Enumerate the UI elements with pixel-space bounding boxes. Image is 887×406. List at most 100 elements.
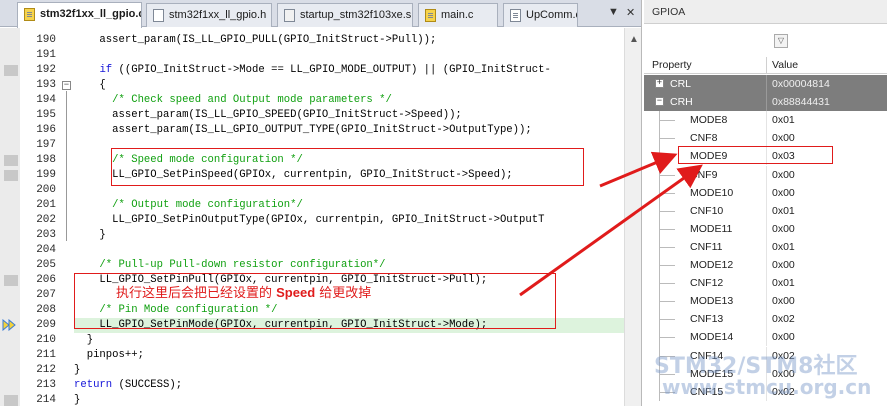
tab-label: stm32f1xx_ll_gpio.h <box>169 9 267 21</box>
line-number: 214 <box>36 394 56 406</box>
code-line[interactable]: { <box>74 78 105 93</box>
property-name: CNF11 <box>690 240 723 253</box>
c-file-icon <box>425 9 436 22</box>
code-line[interactable]: /* Check speed and Output mode parameter… <box>74 93 392 108</box>
code-line[interactable]: assert_param(IS_LL_GPIO_SPEED(GPIO_InitS… <box>74 108 462 123</box>
property-value[interactable]: 0x01 <box>772 241 795 253</box>
cell-separator <box>766 310 767 329</box>
mode9-highlight-box <box>678 146 833 164</box>
property-value[interactable]: 0x02 <box>772 313 795 325</box>
tab-upcomm-c[interactable]: UpComm.c <box>503 3 578 27</box>
cell-separator <box>766 111 767 130</box>
register-row-crh[interactable]: − CRH 0x88844431 <box>644 93 887 112</box>
field-row-cnf10[interactable]: CNF10 0x01 <box>644 201 887 220</box>
breakpoint-marker[interactable] <box>4 65 18 76</box>
peripheral-dropdown-icon[interactable]: ▽ <box>774 34 788 48</box>
property-value[interactable]: 0x00 <box>772 259 795 271</box>
code-line[interactable]: /* Output mode configuration*/ <box>74 198 303 213</box>
property-value[interactable]: 0x00 <box>772 331 795 343</box>
property-name: CNF13 <box>690 313 724 326</box>
field-row-mode10[interactable]: MODE10 0x00 <box>644 183 887 202</box>
tree-connector <box>659 156 675 158</box>
breakpoint-marker[interactable] <box>4 170 18 181</box>
property-value[interactable]: 0x00004814 <box>772 78 830 90</box>
code-line[interactable]: LL_GPIO_SetPinOutputType(GPIOx, currentp… <box>74 213 544 228</box>
code-area[interactable]: assert_param(IS_LL_GPIO_PULL(GPIO_InitSt… <box>74 28 622 406</box>
field-row-cnf13[interactable]: CNF13 0x02 <box>644 310 887 329</box>
tab-startup-stm32f103xe-s[interactable]: startup_stm32f103xe.s <box>277 3 413 27</box>
breakpoint-marker[interactable] <box>4 395 18 406</box>
code-line[interactable]: } <box>74 393 80 406</box>
property-column-header[interactable]: Property <box>652 59 692 71</box>
value-column-header[interactable]: Value <box>772 59 798 71</box>
peripheral-title: GPIOA <box>644 0 887 24</box>
field-row-mode12[interactable]: MODE12 0x00 <box>644 256 887 274</box>
tab-main-c[interactable]: main.c <box>418 3 498 27</box>
code-line[interactable]: assert_param(IS_LL_GPIO_PULL(GPIO_InitSt… <box>74 33 436 48</box>
collapse-icon[interactable]: − <box>655 97 664 107</box>
field-row-mode8[interactable]: MODE8 0x01 <box>644 111 887 130</box>
field-row-mode13[interactable]: MODE13 0x00 <box>644 292 887 311</box>
code-line[interactable]: } <box>74 228 105 243</box>
tree-connector <box>659 337 675 339</box>
tab-menu-icon[interactable]: ▼ <box>608 6 619 18</box>
watermark-url: www.stmcu.org.cn <box>662 375 872 399</box>
speed-config-highlight-box <box>111 148 584 186</box>
peripheral-register-pane: GPIOA ▽ Property Value + CRL 0x00004814 − CR… <box>644 0 887 406</box>
cell-separator <box>766 237 767 256</box>
property-value[interactable]: 0x00 <box>772 223 795 235</box>
field-row-cnf12[interactable]: CNF12 0x01 <box>644 274 887 293</box>
line-number: 212 <box>36 364 56 376</box>
breakpoint-marker[interactable] <box>4 155 18 166</box>
property-value[interactable]: 0x00 <box>772 295 795 307</box>
register-row-crl[interactable]: + CRL 0x00004814 <box>644 75 887 93</box>
field-row-cnf11[interactable]: CNF11 0x01 <box>644 237 887 256</box>
fold-collapse-icon[interactable]: − <box>62 81 71 90</box>
cell-separator <box>766 165 767 184</box>
property-value[interactable]: 0x00 <box>772 187 795 199</box>
property-name: CNF10 <box>690 204 724 217</box>
code-line[interactable]: assert_param(IS_LL_GPIO_OUTPUT_TYPE(GPIO… <box>74 123 532 138</box>
field-row-cnf8[interactable]: CNF8 0x00 <box>644 129 887 148</box>
field-row-mode11[interactable]: MODE11 0x00 <box>644 219 887 238</box>
cell-separator <box>766 93 767 112</box>
expand-icon[interactable]: + <box>655 79 664 88</box>
property-name: MODE13 <box>690 295 734 308</box>
tab-label: startup_stm32f103xe.s <box>300 9 412 21</box>
property-value[interactable]: 0x01 <box>772 205 795 217</box>
scroll-up-icon[interactable]: ▲ <box>629 34 639 45</box>
asm-file-icon <box>284 9 295 22</box>
breakpoint-marker[interactable] <box>4 275 18 286</box>
property-value[interactable]: 0x88844431 <box>772 96 830 108</box>
line-number: 200 <box>36 184 56 196</box>
code-line[interactable]: /* Pull-up Pull-down resistor configurat… <box>74 258 385 273</box>
property-name: MODE8 <box>690 114 728 127</box>
property-value[interactable]: 0x01 <box>772 277 795 289</box>
code-line[interactable]: return (SUCCESS); <box>74 378 182 393</box>
line-number: 204 <box>36 244 56 256</box>
code-line[interactable]: if ((GPIO_InitStruct->Mode == LL_GPIO_MO… <box>74 63 550 78</box>
tab-stm32f1xx-ll-gpio-h[interactable]: stm32f1xx_ll_gpio.h <box>146 3 272 27</box>
tree-connector <box>659 265 675 266</box>
property-name: CRL <box>670 78 692 90</box>
field-row-cnf9[interactable]: CNF9 0x00 <box>644 165 887 184</box>
breakpoint-gutter[interactable] <box>0 28 20 406</box>
code-line[interactable]: } <box>74 333 93 348</box>
editor-tab-bar: stm32f1xx_ll_gpio.c stm32f1xx_ll_gpio.h st… <box>0 0 641 28</box>
property-value[interactable]: 0x00 <box>772 169 795 181</box>
tab-stm32f1xx-ll-gpio-c[interactable]: stm32f1xx_ll_gpio.c <box>17 2 142 28</box>
tree-connector <box>659 192 675 194</box>
line-number: 190 <box>36 34 56 46</box>
property-value[interactable]: 0x01 <box>772 114 795 126</box>
code-editor[interactable]: stm32f1xx_ll_gpio.c stm32f1xx_ll_gpio.h st… <box>0 0 642 406</box>
code-line[interactable]: pinpos++; <box>74 348 144 363</box>
tree-connector <box>659 228 675 230</box>
editor-vertical-scrollbar[interactable]: ▲ <box>624 28 641 406</box>
close-tab-icon[interactable]: ✕ <box>626 6 635 19</box>
line-number: 191 <box>36 49 56 61</box>
field-row-mode14[interactable]: MODE14 0x00 <box>644 328 887 347</box>
line-number: 195 <box>36 109 56 121</box>
line-number: 201 <box>36 199 56 211</box>
code-line[interactable]: } <box>74 363 80 378</box>
property-value[interactable]: 0x00 <box>772 132 795 144</box>
